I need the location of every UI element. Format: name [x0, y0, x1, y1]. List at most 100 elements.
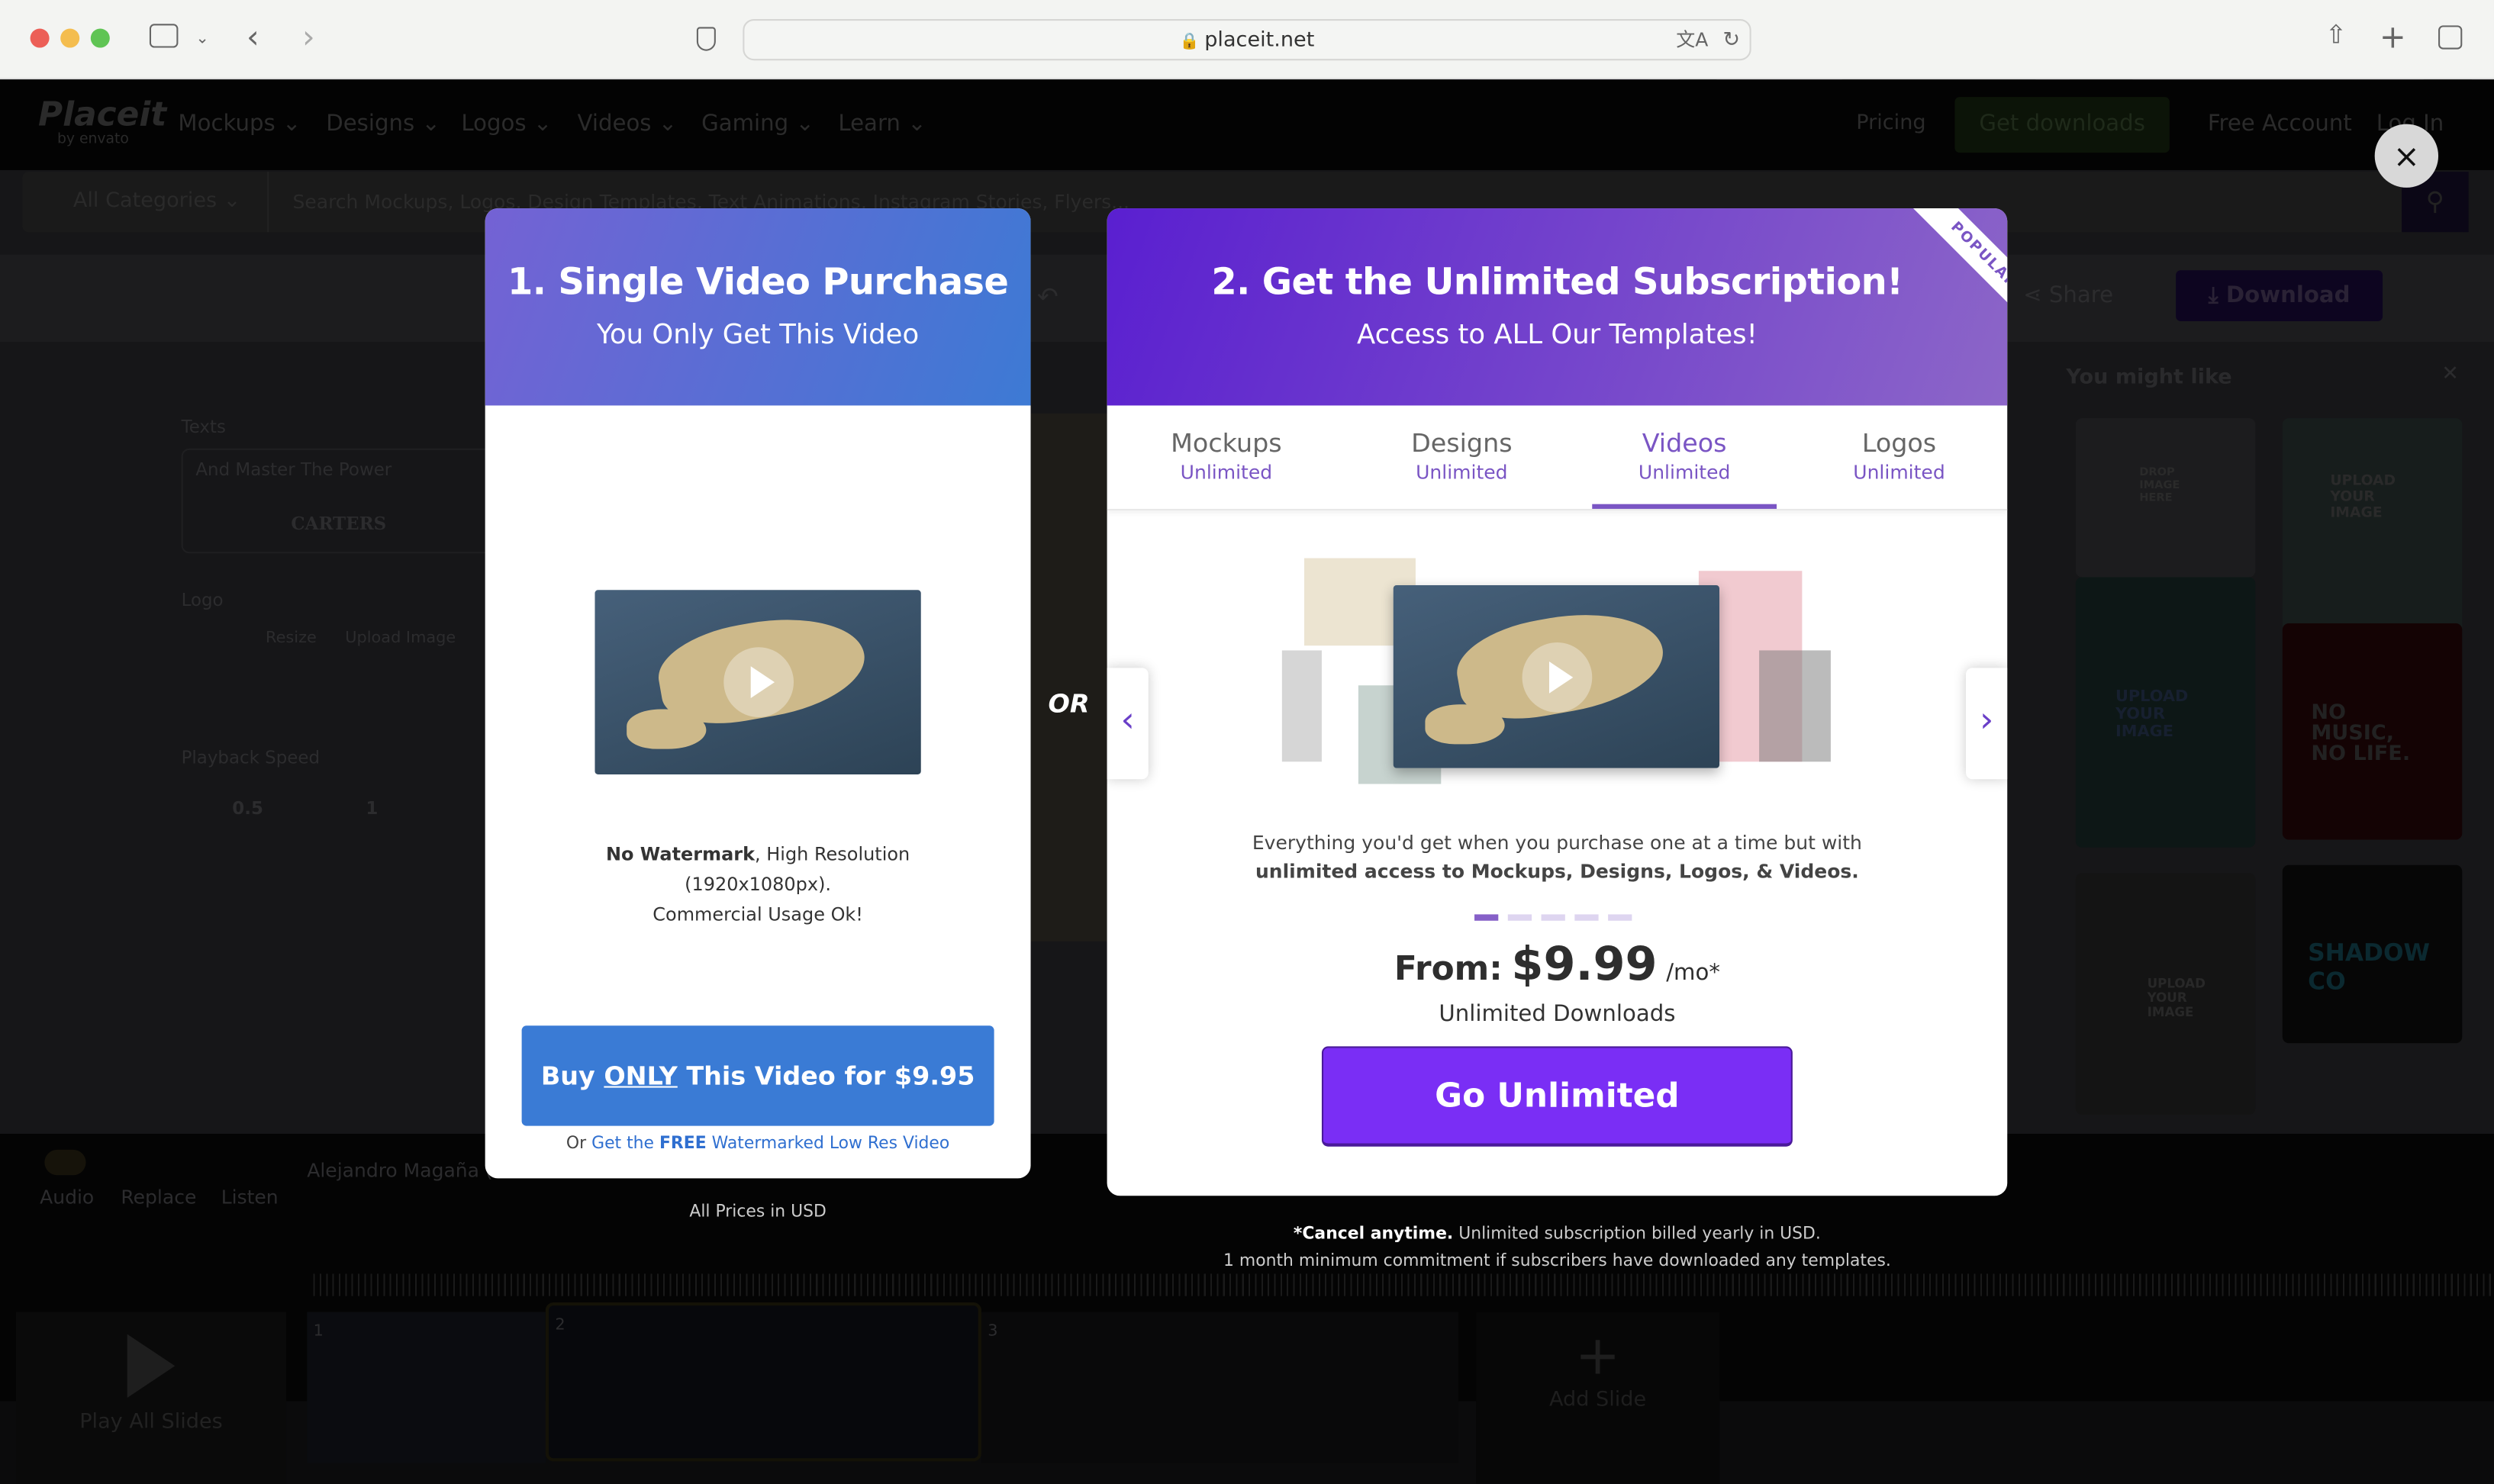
new-tab-icon[interactable]: + — [2380, 18, 2406, 56]
maximize-window-button[interactable] — [90, 28, 110, 48]
unlimited-description: Everything you'd get when you purchase o… — [1252, 832, 1862, 883]
back-icon[interactable]: ‹ — [246, 18, 259, 56]
translate-icon[interactable]: 文A — [1676, 21, 1708, 60]
suggestion-thumb[interactable]: UPLOAD YOUR IMAGE — [2075, 577, 2256, 848]
unlimited-subscription-card: 2. Get the Unlimited Subscription! Acces… — [1107, 208, 2008, 1196]
tab-videos[interactable]: Videos Unlimited — [1592, 405, 1777, 509]
carousel-dot-active[interactable] — [1474, 914, 1499, 921]
upload-image-button[interactable]: Upload Image — [345, 629, 456, 647]
placeit-logo[interactable]: Placeit — [38, 95, 166, 134]
single-purchase-subtitle: You Only Get This Video — [597, 319, 920, 352]
speed-1[interactable]: 1 — [366, 798, 378, 819]
playback-speed-label: Playback Speed — [181, 747, 321, 768]
close-icon[interactable]: × — [2393, 137, 2420, 175]
carousel-video-thumbnail[interactable] — [1393, 584, 1719, 768]
play-all-slides-button[interactable]: Play All Slides — [15, 1312, 287, 1484]
go-unlimited-button[interactable]: Go Unlimited — [1321, 1046, 1793, 1147]
you-might-like-title: You might like — [2066, 365, 2232, 390]
text-field[interactable]: And Master The Power CARTERS — [181, 448, 500, 554]
carousel-dot[interactable] — [1574, 914, 1599, 921]
close-window-button[interactable] — [30, 28, 50, 48]
single-purchase-header: 1. Single Video Purchase You Only Get Th… — [485, 208, 1031, 406]
carousel-prev-button[interactable]: ‹ — [1107, 668, 1149, 780]
play-icon — [127, 1334, 176, 1398]
logo-label: Logo — [181, 590, 224, 611]
category-select[interactable]: All Categories ⌄ — [22, 172, 269, 233]
carousel-bg-thumb — [1281, 650, 1322, 762]
site-nav: Placeit by envato Mockups ⌄ Designs ⌄ Lo… — [0, 79, 2494, 171]
buy-single-video-button[interactable]: Buy ONLY This Video for $9.95 — [521, 1025, 994, 1126]
shield-icon[interactable] — [696, 27, 716, 51]
single-purchase-title: 1. Single Video Purchase — [507, 262, 1009, 304]
browser-toolbar: ⌄ ‹ › 🔒 placeit.net 文A ↻ ⇧ + — [0, 0, 2494, 80]
slide-3[interactable]: 3 — [981, 1312, 1459, 1463]
nav-logos[interactable]: Logos ⌄ — [461, 111, 552, 137]
tab-mockups[interactable]: Mockups Unlimited — [1107, 405, 1346, 508]
tab-logos[interactable]: Logos Unlimited — [1780, 405, 2007, 508]
suggestion-thumb[interactable]: NO MUSIC, NO LIFE. — [2282, 623, 2463, 840]
unlimited-downloads-label: Unlimited Downloads — [1439, 1002, 1676, 1028]
sidebar-icon[interactable] — [149, 24, 179, 48]
nav-learn[interactable]: Learn ⌄ — [838, 111, 926, 137]
get-downloads-button[interactable]: Get downloads — [1954, 97, 2170, 153]
carousel-dot[interactable] — [1608, 914, 1632, 921]
slide-2[interactable]: 2 — [545, 1302, 981, 1462]
address-bar[interactable]: 🔒 placeit.net 文A ↻ — [743, 19, 1751, 61]
chevron-down-icon[interactable]: ⌄ — [195, 31, 208, 48]
suggestion-thumb[interactable]: SHADOW CO — [2282, 864, 2463, 1044]
slide-1[interactable]: 1 — [307, 1312, 546, 1463]
or-divider: OR — [1048, 688, 1090, 719]
play-icon[interactable] — [723, 647, 793, 717]
tab-designs[interactable]: Designs Unlimited — [1342, 405, 1581, 508]
carousel-dot[interactable] — [1507, 914, 1532, 921]
share-icon: ⋖ — [2023, 282, 2042, 309]
add-slide-button[interactable]: + Add Slide — [1476, 1312, 1719, 1484]
audio-waveform[interactable] — [313, 1273, 2492, 1296]
lock-icon: 🔒 — [1179, 33, 1205, 51]
texts-label: Texts — [181, 417, 226, 438]
chevron-right-icon: › — [1979, 701, 1994, 742]
free-account-link[interactable]: Free Account — [2208, 111, 2352, 137]
chevron-left-icon: ‹ — [1120, 701, 1135, 742]
single-purchase-features: No Watermark, High Resolution (1920x1080… — [605, 842, 910, 925]
speed-0-5[interactable]: 0.5 — [232, 798, 263, 819]
audio-toggle[interactable] — [44, 1149, 86, 1176]
text-value-2[interactable]: CARTERS — [291, 513, 386, 534]
carousel-dot[interactable] — [1541, 914, 1565, 921]
track-name: Alejandro Magaña ( — [307, 1159, 493, 1182]
price-line: From: $9.99 /mo* — [1394, 936, 1720, 991]
resize-button[interactable]: Resize — [266, 629, 317, 647]
text-value[interactable]: And Master The Power — [195, 459, 392, 480]
plus-icon: + — [1574, 1325, 1621, 1389]
nav-designs[interactable]: Designs ⌄ — [326, 111, 440, 137]
nav-mockups[interactable]: Mockups ⌄ — [178, 111, 301, 137]
reload-icon[interactable]: ↻ — [1722, 21, 1740, 60]
listen-button[interactable]: Listen — [221, 1186, 279, 1209]
suggestion-thumb[interactable]: DROP IMAGE HERE — [2075, 418, 2256, 578]
tabs-overview-icon[interactable] — [2438, 25, 2463, 50]
forward-icon[interactable]: › — [302, 18, 315, 56]
subscription-terms: *Cancel anytime. Unlimited subscription … — [1223, 1224, 1891, 1271]
share-icon[interactable]: ⇧ — [2325, 19, 2347, 50]
close-modal-button[interactable]: × — [2374, 124, 2439, 188]
nav-pricing[interactable]: Pricing — [1856, 111, 1925, 135]
unlimited-header: 2. Get the Unlimited Subscription! Acces… — [1107, 208, 2008, 406]
replace-audio-button[interactable]: Replace — [121, 1186, 196, 1209]
nav-gaming[interactable]: Gaming ⌄ — [701, 111, 814, 137]
nav-videos[interactable]: Videos ⌄ — [578, 111, 678, 137]
single-purchase-card: 1. Single Video Purchase You Only Get Th… — [485, 208, 1031, 1179]
play-icon[interactable] — [1521, 641, 1592, 712]
free-watermarked-link[interactable]: Get the FREE Watermarked Low Res Video — [591, 1134, 949, 1153]
undo-icon[interactable]: ↶ — [1037, 282, 1058, 312]
video-thumbnail[interactable] — [594, 590, 921, 774]
url-text: placeit.net — [1204, 28, 1315, 53]
carousel-next-button[interactable]: › — [1966, 668, 2008, 780]
minimize-window-button[interactable] — [60, 28, 80, 48]
suggestion-thumb[interactable]: UPLOAD YOUR IMAGE — [2282, 418, 2463, 638]
share-button[interactable]: ⋖ Share — [2023, 283, 2113, 308]
close-sidebar-icon[interactable]: ✕ — [2441, 362, 2459, 386]
suggestion-thumb[interactable]: UPLOAD YOUR IMAGE — [2075, 873, 2256, 1115]
carousel-pagination — [1474, 914, 1632, 921]
download-button[interactable]: ⤓ Download — [2176, 270, 2383, 322]
unlimited-subtitle: Access to ALL Our Templates! — [1356, 319, 1758, 352]
